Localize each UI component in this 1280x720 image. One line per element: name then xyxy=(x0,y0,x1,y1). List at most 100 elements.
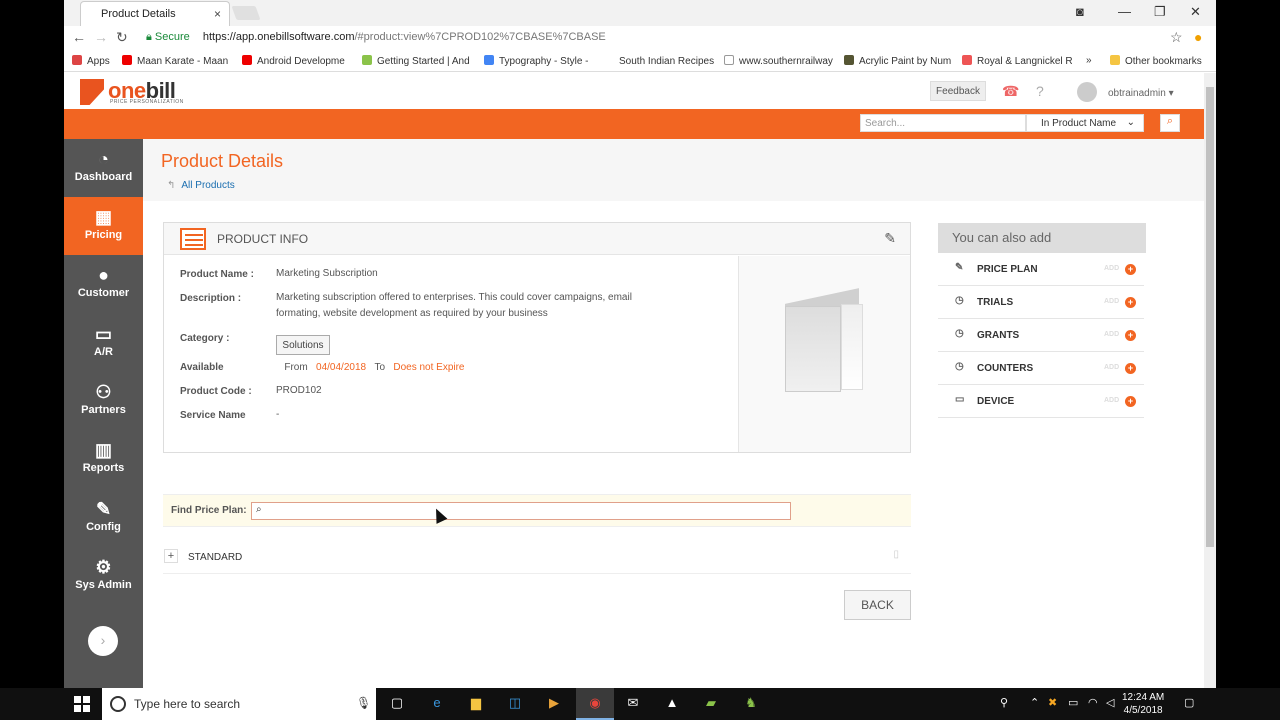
browser-tab[interactable]: Product Details × xyxy=(80,1,230,26)
sidebar-item-partners[interactable]: ⚇ Partners xyxy=(64,372,143,430)
sidebar-item-customer[interactable]: ● Customer xyxy=(64,255,143,313)
add-icon[interactable]: + xyxy=(1125,264,1136,275)
sidebar-item-reports[interactable]: ▥ Reports xyxy=(64,430,143,488)
tray-app-icon[interactable]: ✖ xyxy=(1048,696,1057,709)
tab-close-icon[interactable]: × xyxy=(214,7,221,21)
search-scope-select[interactable]: In Product Name ⌄ xyxy=(1026,114,1144,132)
bookmark-item[interactable]: South Indian Recipes xyxy=(604,55,714,67)
mail-icon[interactable]: ✉ xyxy=(624,695,642,713)
sidebar-expand-button[interactable]: › xyxy=(88,626,118,656)
task-view-icon[interactable]: ▢ xyxy=(388,695,406,713)
restore-icon[interactable]: ❐ xyxy=(1154,4,1166,20)
notifications-icon[interactable]: ▢ xyxy=(1184,696,1194,709)
available-label: Available xyxy=(180,362,224,373)
chrome-icon: ◉ xyxy=(589,695,601,710)
tray-expand-icon[interactable]: ⌃ xyxy=(1030,696,1039,709)
media-player-icon[interactable]: ▶ xyxy=(545,695,563,713)
people-icon[interactable]: ⚲ xyxy=(1000,696,1008,709)
category-tag[interactable]: Solutions xyxy=(276,335,330,355)
close-window-icon[interactable]: ✕ xyxy=(1190,4,1201,20)
bookmarks-bar: Apps Maan Karate - Maan Android Developm… xyxy=(64,50,1216,72)
forward-arrow-icon[interactable]: → xyxy=(94,29,108,45)
page-scrollbar[interactable] xyxy=(1204,73,1216,688)
new-tab-button[interactable] xyxy=(231,6,261,20)
category-label: Category : xyxy=(180,333,230,344)
volume-icon[interactable]: ◁ xyxy=(1106,696,1114,709)
bookmark-item[interactable]: Acrylic Paint by Num xyxy=(844,55,956,67)
price-plan-row[interactable]: + STANDARD ▯ xyxy=(163,544,911,574)
all-products-link[interactable]: ↰ All Products xyxy=(167,180,235,191)
add-trials[interactable]: ◷ TRIALS ADD + xyxy=(938,286,1144,319)
support-agent-icon[interactable]: ☎ xyxy=(1002,83,1019,100)
availability-range: From 04/04/2018 To Does not Expire xyxy=(284,362,465,373)
bookmark-item[interactable]: Royal & Langnickel R xyxy=(962,55,1072,67)
sidebar-item-config[interactable]: ✎ Config xyxy=(64,489,143,547)
back-button[interactable]: BACK xyxy=(844,590,911,620)
search-input[interactable]: Search... xyxy=(860,114,1026,132)
microphone-icon[interactable]: 🎙︎ xyxy=(356,696,371,710)
minimize-icon[interactable]: — xyxy=(1118,4,1131,19)
sidebar-item-pricing[interactable]: ▦ Pricing xyxy=(64,197,143,255)
app-header: onebill PRICE PERSONALIZATION Feedback ☎… xyxy=(64,73,1204,109)
gauge-icon: ◔ xyxy=(98,149,109,169)
bookmark-item[interactable]: Android Developme xyxy=(242,55,352,67)
bookmark-item[interactable]: Getting Started | And xyxy=(362,55,476,67)
search-icon[interactable]: ⌕ xyxy=(1160,114,1180,132)
paint-icon xyxy=(844,55,854,65)
scrollbar-thumb[interactable] xyxy=(1206,87,1214,547)
file-explorer-icon[interactable]: ▆ xyxy=(467,695,485,713)
profile-icon[interactable]: ◙ xyxy=(1076,4,1084,19)
add-icon[interactable]: + xyxy=(1125,363,1136,374)
app-icon[interactable]: ♞ xyxy=(742,695,760,713)
start-button[interactable] xyxy=(74,696,90,712)
add-icon[interactable]: + xyxy=(1125,330,1136,341)
back-arrow-icon[interactable]: ← xyxy=(72,29,86,45)
secure-label: Secure xyxy=(154,31,190,43)
add-price-plan[interactable]: ✎ PRICE PLAN ADD + xyxy=(938,253,1144,286)
feedback-button[interactable]: Feedback xyxy=(930,81,986,101)
bookmark-item[interactable]: www.southernrailway xyxy=(724,55,834,67)
user-menu[interactable]: obtrainadmin ▾ xyxy=(1108,88,1174,99)
other-bookmarks[interactable]: Other bookmarks xyxy=(1110,55,1202,67)
add-counters[interactable]: ◷ COUNTERS ADD + xyxy=(938,352,1144,385)
star-icon[interactable]: ☆ xyxy=(1170,29,1183,46)
add-panel-title: You can also add xyxy=(938,223,1146,253)
description-label: Description : xyxy=(180,293,242,304)
sidebar-item-dashboard[interactable]: ◔ Dashboard xyxy=(64,139,143,197)
bookmark-apps[interactable]: Apps xyxy=(72,55,110,67)
find-price-plan-input[interactable]: ⌕ xyxy=(251,502,791,520)
store-icon[interactable]: ◫ xyxy=(506,695,524,713)
edge-icon[interactable]: e xyxy=(428,695,446,713)
clock-icon: ◷ xyxy=(955,361,964,372)
chrome-taskbar-button[interactable]: ◉ xyxy=(576,688,614,720)
main-content: Product Details ↰ All Products PRODUCT IN… xyxy=(143,139,1204,688)
bookmark-item[interactable]: Maan Karate - Maan xyxy=(122,55,234,67)
trash-icon[interactable]: ▯ xyxy=(893,549,899,560)
add-grants[interactable]: ◷ GRANTS ADD + xyxy=(938,319,1144,352)
alert-icon[interactable]: ● xyxy=(1194,29,1202,45)
user-icon: ● xyxy=(98,265,109,285)
wifi-icon[interactable]: ◠ xyxy=(1088,696,1098,709)
folder-icon xyxy=(1110,55,1120,65)
sidebar-item-sys-admin[interactable]: ⚙ Sys Admin xyxy=(64,547,143,605)
expand-plus-icon[interactable]: + xyxy=(164,549,178,563)
avatar[interactable] xyxy=(1077,82,1097,102)
bookmarks-overflow[interactable]: » xyxy=(1086,55,1092,66)
page-title: Product Details xyxy=(161,151,284,171)
sidebar-item-ar[interactable]: ▭ A/R xyxy=(64,314,143,372)
add-icon[interactable]: + xyxy=(1125,396,1136,407)
notes-icon[interactable]: ▰ xyxy=(702,695,720,713)
bookmark-item[interactable]: Typography - Style - xyxy=(484,55,594,67)
photos-icon[interactable]: ▲ xyxy=(663,695,681,713)
reload-icon[interactable]: ↻ xyxy=(116,29,128,46)
add-icon[interactable]: + xyxy=(1125,297,1136,308)
edit-icon[interactable]: ✎ xyxy=(884,230,896,247)
add-device[interactable]: ▭ DEVICE ADD + xyxy=(938,385,1144,418)
help-icon[interactable]: ? xyxy=(1036,83,1044,99)
product-box-front xyxy=(785,306,841,392)
taskbar-clock[interactable]: 12:24 AM 4/5/2018 xyxy=(1122,691,1164,717)
url-bar[interactable]: 🔒︎ Secure https://app.onebillsoftware.co… xyxy=(140,28,1196,48)
battery-icon[interactable]: ▭ xyxy=(1068,696,1078,709)
taskbar-search[interactable]: Type here to search 🎙︎ xyxy=(102,688,376,720)
product-code-value: PROD102 xyxy=(276,385,322,396)
